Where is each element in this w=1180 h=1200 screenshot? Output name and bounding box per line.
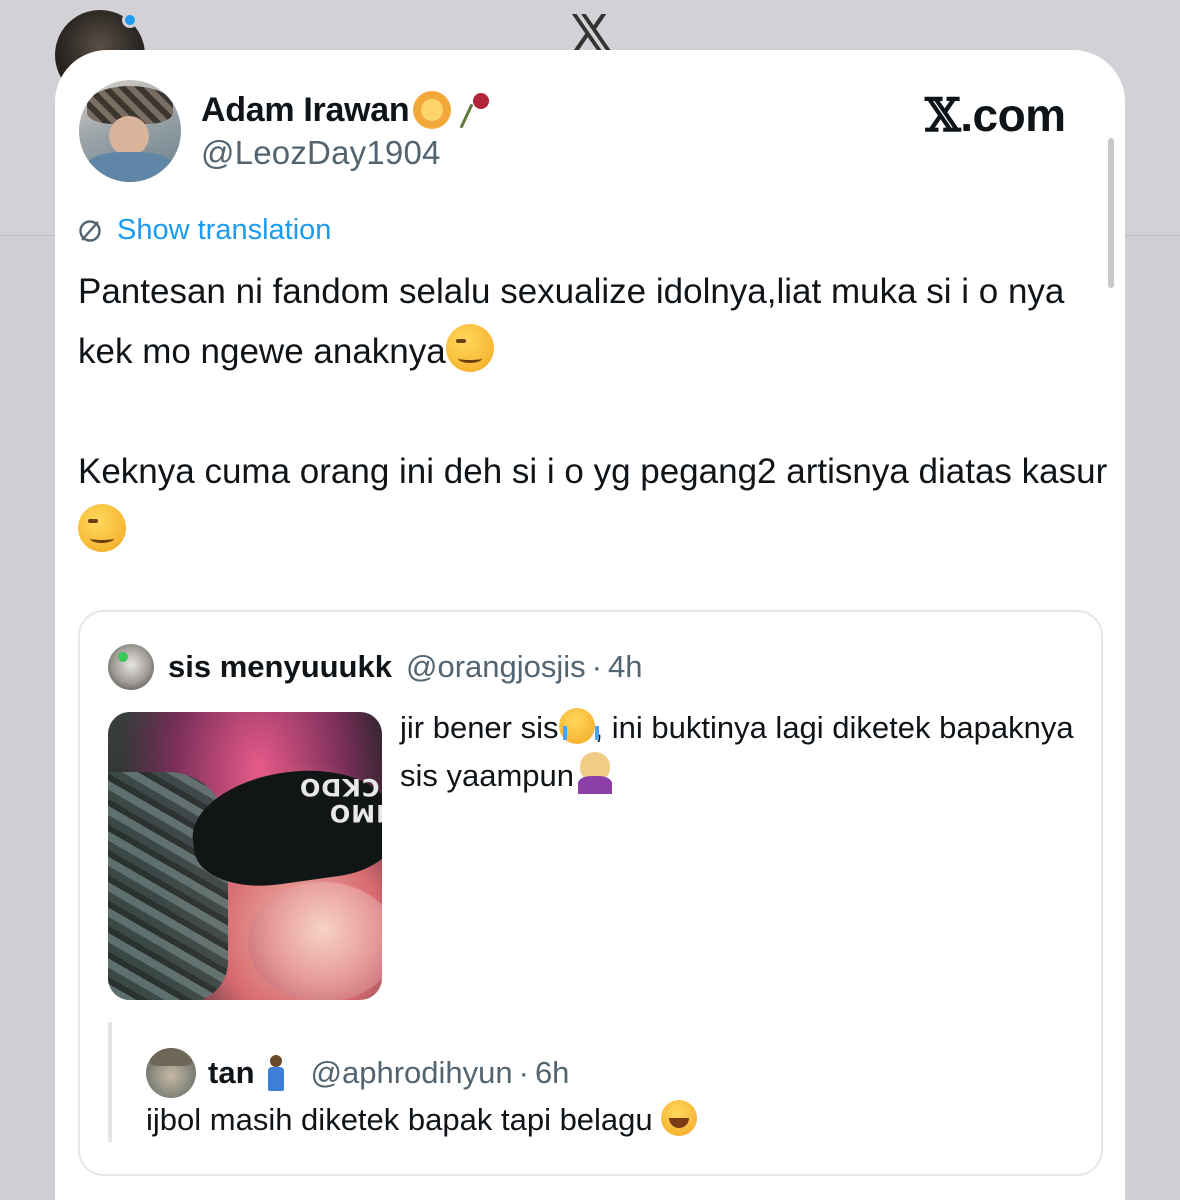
- show-translation-link[interactable]: Show translation: [77, 214, 331, 247]
- quoted-separator: ·: [591, 649, 602, 684]
- girl-standing-icon: [263, 1053, 289, 1093]
- quoted-author-avatar[interactable]: [108, 644, 154, 690]
- show-translation-label[interactable]: Show translation: [117, 214, 331, 247]
- nested-author-handle[interactable]: @aphrodihyun: [311, 1055, 513, 1091]
- quoted-author-name[interactable]: sis menyuuukk: [168, 649, 392, 685]
- author-avatar[interactable]: [79, 80, 181, 182]
- translate-globe-icon: [77, 218, 103, 244]
- tweet-card-sheet: Adam Irawan @LeozDay1904 𝕏.com Show tran…: [55, 50, 1125, 1200]
- quoted-timestamp[interactable]: 4h: [608, 649, 642, 685]
- author-handle[interactable]: @LeozDay1904: [201, 134, 493, 172]
- lion-face-icon: [413, 91, 452, 129]
- woozy-face-icon: [445, 324, 494, 372]
- nested-quote-header: tan @aphrodihyun · 6h: [146, 1048, 569, 1098]
- nested-author-name[interactable]: tan: [208, 1055, 255, 1091]
- nested-separator: ·: [518, 1055, 529, 1090]
- x-logo-icon: 𝕏: [925, 88, 961, 142]
- photo-cap-lettering: MMO UCKDO: [298, 773, 382, 827]
- author-block[interactable]: Adam Irawan @LeozDay1904: [201, 88, 493, 172]
- brand-domain: .com: [960, 89, 1066, 141]
- quoted-tweet-text: jir bener sis, ini buktinya lagi diketek…: [400, 704, 1080, 800]
- nested-timestamp[interactable]: 6h: [535, 1055, 569, 1091]
- avatar-shirt: [85, 152, 175, 182]
- quoted-author-handle[interactable]: @orangjosjis: [406, 649, 586, 685]
- author-name-row: Adam Irawan: [201, 88, 493, 132]
- nested-quote-text: ijbol masih diketek bapak tapi belagu: [146, 1100, 697, 1138]
- brand-label: 𝕏.com: [925, 88, 1066, 142]
- photo-face: [248, 882, 382, 1000]
- loudly-crying-face-icon: [558, 708, 599, 744]
- nested-author-avatar[interactable]: [146, 1048, 196, 1098]
- background-x-logo: 𝕏: [566, 14, 616, 54]
- wilted-rose-icon: [455, 91, 493, 129]
- tweet-paragraph-2-text: Keknya cuma orang ini deh si i o yg pega…: [78, 452, 1108, 491]
- author-name[interactable]: Adam Irawan: [201, 91, 410, 130]
- quoted-tweet-header: sis menyuuukk @orangjosjis · 4h: [108, 644, 642, 690]
- nested-quoted-tweet[interactable]: tan @aphrodihyun · 6h ijbol masih dikete…: [108, 1022, 1068, 1142]
- tweet-paragraph-2: Keknya cuma orang ini deh si i o yg pega…: [78, 442, 1108, 562]
- tweet-paragraph-1: Pantesan ni fandom selalu sexualize idol…: [78, 262, 1108, 382]
- face-with-tears-of-joy-icon: [660, 1100, 697, 1136]
- woman-facepalming-icon: [574, 752, 616, 794]
- tweet-paragraph-1-text: Pantesan ni fandom selalu sexualize idol…: [78, 272, 1065, 371]
- quoted-tweet[interactable]: sis menyuuukk @orangjosjis · 4h MMO UCKD…: [78, 610, 1103, 1176]
- nested-quote-text-content: ijbol masih diketek bapak tapi belagu: [146, 1102, 653, 1137]
- scrollbar[interactable]: [1108, 138, 1114, 288]
- avatar-face: [109, 116, 149, 156]
- woozy-face-icon: [78, 504, 126, 552]
- quoted-tweet-photo[interactable]: MMO UCKDO: [108, 712, 382, 1000]
- tweet-body: Pantesan ni fandom selalu sexualize idol…: [78, 262, 1108, 562]
- notification-dot: [122, 12, 138, 28]
- quoted-text-part-1: jir bener sis: [400, 710, 559, 745]
